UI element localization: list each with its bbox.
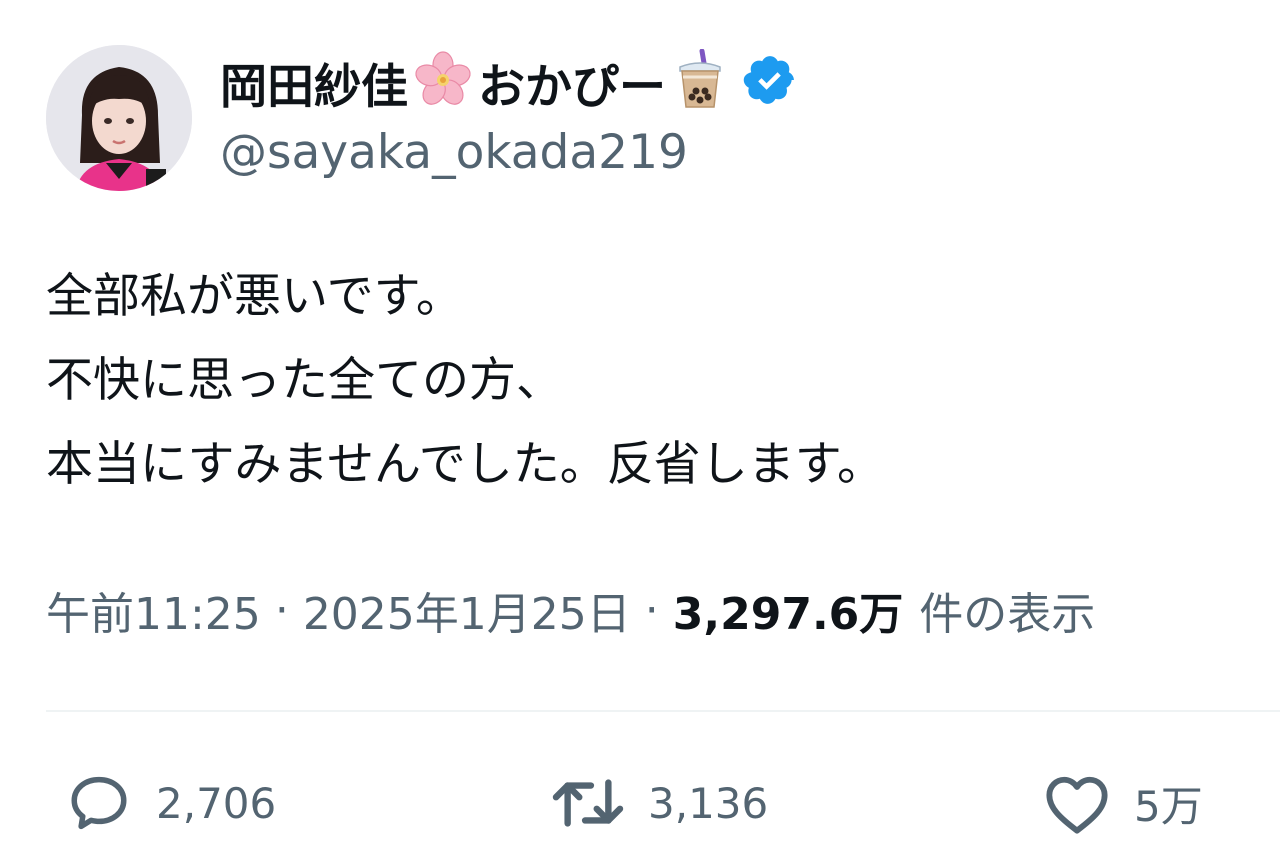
tweet-line: 不快に思った全ての方、	[46, 353, 563, 408]
display-name-suffix[interactable]: おかぴー	[478, 48, 666, 117]
retweet-icon	[552, 779, 624, 827]
meta-separator: ·	[644, 584, 659, 636]
like-count: 5万	[1134, 781, 1203, 831]
retweet-count: 3,136	[648, 778, 769, 828]
tweet-text: 全部私が悪いです。 不快に思った全ての方、 本当にすみませんでした。反省します。	[46, 255, 884, 507]
verified-badge-icon[interactable]	[742, 52, 798, 112]
retweet-button[interactable]: 3,136	[550, 768, 768, 838]
reply-icon	[71, 776, 127, 830]
sakura-icon	[414, 51, 472, 113]
tweet-line: 本当にすみませんでした。反省します。	[46, 437, 885, 492]
meta-separator: ·	[274, 584, 289, 636]
reply-count: 2,706	[156, 778, 277, 828]
bubble-tea-icon	[672, 48, 728, 115]
heart-icon	[1046, 776, 1108, 834]
reply-button[interactable]: 2,706	[64, 768, 276, 838]
user-handle[interactable]: @sayaka_okada219	[220, 125, 688, 180]
display-name[interactable]: 岡田紗佳	[220, 48, 408, 117]
tweet-date[interactable]: 2025年1月25日	[303, 578, 631, 642]
tweet-meta: 午前11:25 · 2025年1月25日 · 3,297.6万 件の表示	[46, 578, 1095, 642]
tweet-time[interactable]: 午前11:25	[46, 578, 261, 642]
user-name-row: 岡田紗佳 おかぴー	[220, 48, 798, 115]
tweet-line: 全部私が悪いです。	[46, 269, 463, 324]
tweet-card: 岡田紗佳 おかぴー @sayaka_okada219 全部私が悪いです。 不快に…	[0, 0, 1280, 854]
view-count[interactable]: 3,297.6万	[673, 578, 904, 642]
avatar[interactable]	[46, 45, 192, 191]
view-count-label: 件の表示	[919, 589, 1096, 640]
like-button[interactable]: 5万	[1042, 768, 1203, 838]
divider	[46, 710, 1280, 712]
avatar-image	[46, 45, 192, 191]
